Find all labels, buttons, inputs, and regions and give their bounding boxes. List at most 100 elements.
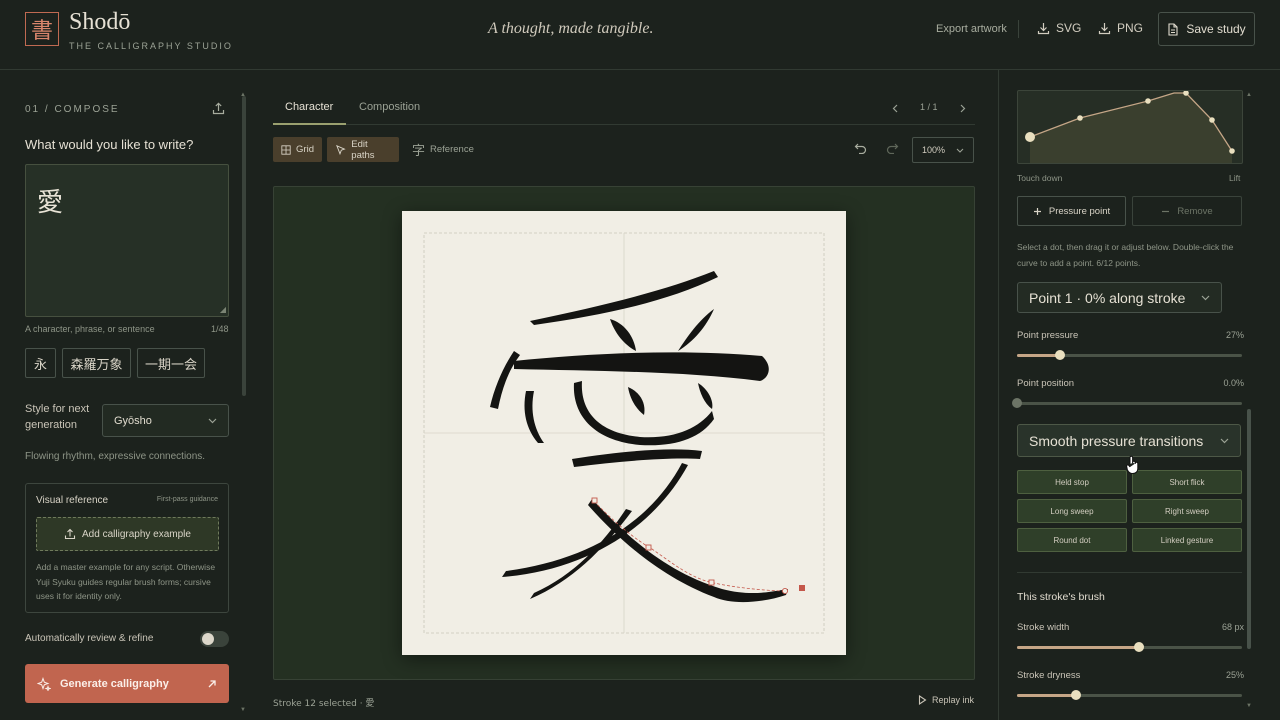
pressure-curve-area xyxy=(1030,93,1232,163)
replay-ink-button[interactable]: Replay ink xyxy=(918,695,974,705)
style-select[interactable]: Gyōsho xyxy=(102,404,229,437)
path-node-handle[interactable] xyxy=(591,497,598,504)
export-png-button[interactable]: PNG xyxy=(1098,21,1143,35)
tab-composition[interactable]: Composition xyxy=(359,101,420,113)
path-node-handle[interactable] xyxy=(645,544,652,551)
calligraphy-canvas[interactable] xyxy=(402,211,846,655)
style-select-value: Gyōsho xyxy=(114,414,152,427)
preset-held-stop[interactable]: Held stop xyxy=(1017,470,1127,494)
slider-thumb[interactable] xyxy=(1054,350,1065,360)
slider-thumb[interactable] xyxy=(1133,642,1144,652)
hand-pointer-icon xyxy=(1126,455,1139,475)
export-svg-button[interactable]: SVG xyxy=(1037,21,1081,35)
chevron-right-icon[interactable] xyxy=(960,104,966,113)
add-calligraphy-example-button[interactable]: Add calligraphy example xyxy=(36,517,219,551)
text-input[interactable]: 愛 ◢ xyxy=(25,164,229,317)
canvas-area[interactable] xyxy=(273,186,975,680)
stroke-dryness-label: Stroke dryness xyxy=(1017,670,1081,681)
brand-title: Shodō xyxy=(69,9,131,35)
remove-point-button[interactable]: Remove xyxy=(1132,196,1242,226)
add-pressure-point-button[interactable]: Pressure point xyxy=(1017,196,1126,226)
reference-toggle-button[interactable]: 字 Reference xyxy=(404,137,478,162)
ink-stroke[interactable] xyxy=(514,352,769,381)
chevron-down-icon xyxy=(956,148,964,153)
path-node-handle[interactable] xyxy=(781,587,789,595)
preset-linked-gesture[interactable]: Linked gesture xyxy=(1132,528,1242,552)
pressure-point[interactable] xyxy=(1145,98,1151,104)
preset-long-sweep[interactable]: Long sweep xyxy=(1017,499,1127,523)
example-chip[interactable]: 永 xyxy=(25,348,56,378)
auto-review-toggle[interactable] xyxy=(200,631,229,647)
curve-axis-end: Lift xyxy=(1229,173,1241,183)
pressure-smoothing-select[interactable]: Smooth pressure transitions xyxy=(1017,424,1241,457)
replay-label: Replay ink xyxy=(932,695,975,705)
right-scrollbar[interactable] xyxy=(1247,409,1251,649)
scroll-down-icon[interactable]: ▼ xyxy=(1246,703,1252,709)
text-input-hint: A character, phrase, or sentence xyxy=(25,324,155,334)
stroke-dryness-slider[interactable] xyxy=(1017,690,1242,700)
chevron-down-icon xyxy=(208,418,217,423)
ink-stroke[interactable] xyxy=(628,387,645,415)
zoom-select[interactable]: 100% xyxy=(912,137,974,163)
ink-stroke[interactable] xyxy=(610,319,636,351)
point-pressure-slider[interactable] xyxy=(1017,350,1242,360)
stroke-width-slider[interactable] xyxy=(1017,642,1242,652)
preset-round-dot[interactable]: Round dot xyxy=(1017,528,1127,552)
cursor-arrow-icon xyxy=(336,144,346,155)
pressure-point[interactable] xyxy=(1077,115,1083,121)
upload-icon xyxy=(64,528,76,540)
left-scrollbar[interactable] xyxy=(242,96,246,396)
pressure-point-select-value: Point 1 · 0% along stroke xyxy=(1029,289,1186,306)
stroke-width-value: 68 px xyxy=(1221,622,1244,632)
preset-short-flick[interactable]: Short flick xyxy=(1132,470,1242,494)
chevron-down-icon xyxy=(1220,438,1229,443)
pressure-point[interactable] xyxy=(1209,117,1215,123)
tab-character[interactable]: Character xyxy=(285,101,333,113)
style-description: Flowing rhythm, expressive connections. xyxy=(25,451,206,462)
ink-stroke[interactable] xyxy=(678,309,714,351)
point-position-value: 0.0% xyxy=(1223,378,1244,388)
grid-toggle-button[interactable]: Grid xyxy=(273,137,322,162)
zoom-value: 100% xyxy=(922,145,946,155)
slider-thumb[interactable] xyxy=(1012,398,1022,408)
paper-sheet[interactable] xyxy=(402,211,846,655)
save-study-button[interactable]: Save study xyxy=(1158,12,1255,46)
grid-label: Grid xyxy=(296,144,314,155)
pressure-point-select[interactable]: Point 1 · 0% along stroke xyxy=(1017,282,1222,313)
visual-reference-note: Add a master example for any script. Oth… xyxy=(36,562,216,601)
visual-reference-card: Visual reference First-pass guidance Add… xyxy=(25,483,229,613)
pressure-point-selected[interactable] xyxy=(1025,132,1035,142)
scroll-down-icon[interactable]: ▼ xyxy=(240,707,246,713)
stroke-inspector-panel: Touch down Lift Pressure point Remove Se… xyxy=(998,70,1280,720)
ink-strokes[interactable] xyxy=(490,271,788,603)
app-header: 書 Shodō THE CALLIGRAPHY STUDIO A thought… xyxy=(0,0,1280,70)
example-chip[interactable]: 一期一会 xyxy=(137,348,205,378)
pressure-point[interactable] xyxy=(1229,148,1235,154)
pressure-curve-editor[interactable] xyxy=(1017,90,1243,164)
brand-subtitle: THE CALLIGRAPHY STUDIO xyxy=(69,41,233,51)
point-pressure-label: Point pressure xyxy=(1017,330,1079,341)
ink-stroke[interactable] xyxy=(698,383,713,409)
path-end-handle[interactable] xyxy=(799,585,805,591)
chevron-down-icon xyxy=(1201,295,1210,300)
resize-handle-icon[interactable]: ◢ xyxy=(220,305,226,314)
generate-calligraphy-button[interactable]: Generate calligraphy xyxy=(25,664,229,703)
example-chip[interactable]: 森羅万象 xyxy=(62,348,131,378)
scroll-up-icon[interactable]: ▲ xyxy=(1246,92,1252,98)
redo-icon[interactable] xyxy=(886,142,899,154)
share-icon[interactable] xyxy=(212,102,225,115)
point-position-slider[interactable] xyxy=(1012,398,1242,408)
ink-stroke[interactable] xyxy=(490,351,520,409)
header-divider xyxy=(1018,20,1019,38)
undo-icon[interactable] xyxy=(854,142,867,154)
chevron-left-icon[interactable] xyxy=(892,104,898,113)
selected-ink-stroke[interactable] xyxy=(588,499,788,603)
preset-right-sweep[interactable]: Right sweep xyxy=(1132,499,1242,523)
auto-review-label: Automatically review & refine xyxy=(25,633,154,644)
ink-stroke[interactable] xyxy=(524,391,545,443)
curve-axis-start: Touch down xyxy=(1017,173,1063,183)
slider-thumb[interactable] xyxy=(1070,690,1081,700)
edit-paths-button[interactable]: Edit paths xyxy=(327,137,399,162)
text-input-value: 愛 xyxy=(37,188,64,218)
path-node-handle[interactable] xyxy=(708,579,715,586)
